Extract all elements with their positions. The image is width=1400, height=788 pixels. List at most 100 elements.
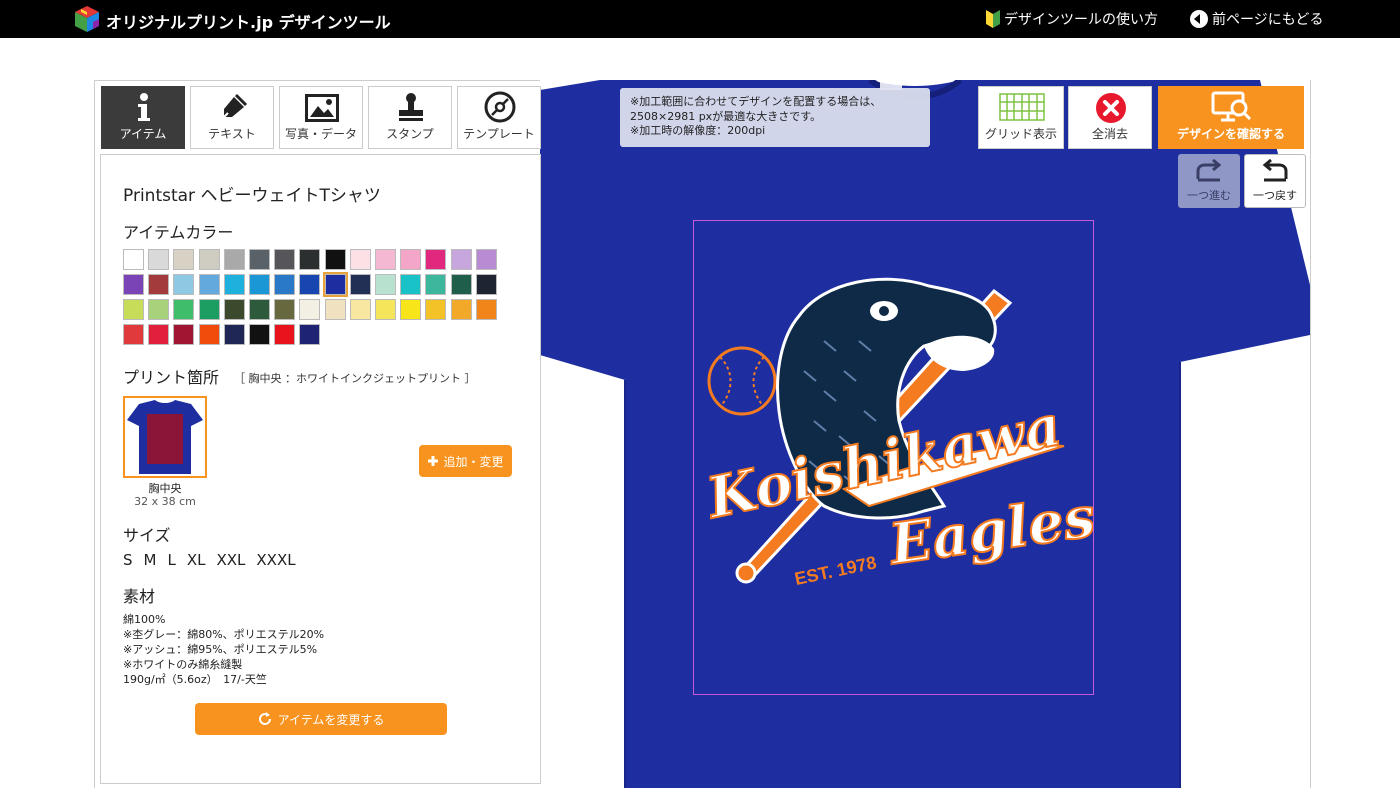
tshirt-thumbnail-image	[127, 400, 203, 474]
howto-link[interactable]: デザインツールの使い方	[986, 9, 1158, 29]
image-icon	[305, 94, 339, 122]
redo-button[interactable]: 一つ進む	[1178, 154, 1240, 208]
back-link[interactable]: 前ページにもどる	[1190, 9, 1323, 29]
color-section-title: アイテムカラー	[123, 223, 234, 242]
confirm-design-button[interactable]: デザインを確認する	[1158, 86, 1304, 149]
logo-text[interactable]: オリジナルプリント.jp デザインツール	[106, 9, 391, 33]
design-text-est: EST. 1978	[793, 552, 878, 589]
color-swatch[interactable]	[249, 274, 270, 295]
color-swatch[interactable]	[223, 299, 245, 320]
undo-button[interactable]: 一つ戻す	[1244, 154, 1306, 208]
info-line: ※加工時の解像度：200dpi	[630, 124, 766, 137]
material-line: ※杢グレー：綿80%、ポリエステル20%	[123, 628, 325, 641]
size-section-title: サイズ	[123, 526, 171, 545]
koishikawa-eagles-design[interactable]: Koishikawa Eagles EST. 1978	[694, 221, 1093, 694]
color-swatch[interactable]	[425, 274, 447, 295]
color-swatch[interactable]	[400, 299, 422, 320]
color-swatch[interactable]	[123, 299, 144, 320]
color-swatch[interactable]	[375, 249, 396, 270]
color-swatch[interactable]	[173, 299, 195, 320]
clear-all-button[interactable]: 全消去	[1068, 86, 1152, 149]
material-section-title: 素材	[123, 587, 156, 606]
color-swatch[interactable]	[450, 299, 472, 320]
color-swatch[interactable]	[223, 249, 245, 270]
color-swatch[interactable]	[349, 299, 371, 320]
color-swatch[interactable]	[450, 274, 472, 295]
grid-label: グリッド表示	[984, 127, 1057, 141]
color-swatch[interactable]	[450, 249, 472, 270]
color-swatch[interactable]	[322, 272, 348, 297]
color-swatch[interactable]	[173, 324, 195, 345]
color-swatch[interactable]	[349, 249, 371, 270]
color-swatch[interactable]	[299, 324, 321, 345]
color-swatch[interactable]	[223, 324, 245, 345]
color-swatch[interactable]	[274, 249, 296, 270]
color-swatch[interactable]	[173, 249, 195, 270]
howto-label: デザインツールの使い方	[1004, 12, 1158, 28]
color-swatch[interactable]	[223, 274, 245, 295]
info-line: 2508×2981 pxが最適な大きさです。	[630, 109, 822, 123]
size-option: M	[143, 551, 157, 569]
color-swatch[interactable]	[249, 324, 270, 345]
size-list: S M L XL XXL XXXL	[123, 551, 307, 569]
color-swatch[interactable]	[475, 299, 497, 320]
beginner-mark-icon	[986, 10, 1000, 28]
add-change-button[interactable]: 追加・変更	[419, 445, 512, 477]
refresh-icon	[258, 712, 271, 725]
tab-label: テンプレート	[463, 127, 535, 141]
color-swatch[interactable]	[249, 299, 270, 320]
color-swatch[interactable]	[198, 299, 220, 320]
color-swatch[interactable]	[400, 274, 422, 295]
color-swatch[interactable]	[425, 249, 447, 270]
color-swatch[interactable]	[198, 249, 220, 270]
color-swatch[interactable]	[299, 274, 321, 295]
print-area[interactable]: Koishikawa Eagles EST. 1978	[693, 220, 1094, 695]
tab-template[interactable]: テンプレート	[457, 86, 541, 149]
change-item-button[interactable]: アイテムを変更する	[195, 703, 447, 735]
top-bar: オリジナルプリント.jp デザインツール デザインツールの使い方 前ページにもど…	[0, 0, 1400, 38]
color-swatch[interactable]	[425, 299, 447, 320]
color-swatch[interactable]	[375, 299, 396, 320]
color-swatch[interactable]	[475, 249, 497, 270]
add-change-label: 追加・変更	[443, 454, 504, 469]
color-swatch[interactable]	[148, 299, 170, 320]
color-swatch[interactable]	[148, 274, 170, 295]
tab-photo-data[interactable]: 写真・データ	[279, 86, 363, 149]
color-swatch[interactable]	[274, 274, 296, 295]
material-line: ※アッシュ：綿95%、ポリエステル5%	[123, 643, 318, 656]
color-swatch[interactable]	[400, 249, 422, 270]
color-swatch[interactable]	[123, 274, 144, 295]
color-swatch[interactable]	[173, 274, 195, 295]
tab-label: スタンプ	[386, 127, 434, 141]
color-swatch[interactable]	[349, 274, 371, 295]
back-label: 前ページにもどる	[1212, 12, 1324, 28]
color-swatch[interactable]	[324, 299, 346, 320]
color-swatch[interactable]	[198, 324, 220, 345]
color-swatch[interactable]	[123, 249, 144, 270]
color-swatch[interactable]	[475, 274, 497, 295]
info-line: ※加工範囲に合わせてデザインを配置する場合は、	[630, 95, 882, 108]
grid-toggle-button[interactable]: グリッド表示	[978, 86, 1064, 149]
color-swatch[interactable]	[148, 249, 170, 270]
color-swatch[interactable]	[274, 299, 296, 320]
size-option: L	[167, 551, 176, 569]
item-panel: Printstar ヘビーウェイトTシャツ アイテムカラー プリント箇所 ［ 胸…	[100, 154, 541, 784]
tab-stamp[interactable]: スタンプ	[368, 86, 452, 149]
color-swatch[interactable]	[375, 274, 396, 295]
tab-text[interactable]: テキスト	[190, 86, 274, 149]
color-swatch[interactable]	[324, 249, 346, 270]
color-swatch[interactable]	[123, 324, 144, 345]
color-swatch[interactable]	[148, 324, 170, 345]
baseball-graphic	[707, 346, 777, 416]
color-swatch[interactable]	[299, 249, 321, 270]
color-swatch[interactable]	[249, 249, 270, 270]
color-swatch[interactable]	[274, 324, 296, 345]
tab-item[interactable]: アイテム	[101, 86, 185, 149]
print-section-title: プリント箇所	[123, 368, 220, 387]
color-swatch[interactable]	[299, 299, 321, 320]
confirm-label: デザインを確認する	[1176, 127, 1285, 141]
print-location-thumbnail[interactable]	[123, 396, 207, 478]
color-swatch[interactable]	[198, 274, 220, 295]
material-line: 綿100%	[123, 613, 166, 626]
undo-label: 一つ戻す	[1253, 189, 1297, 202]
